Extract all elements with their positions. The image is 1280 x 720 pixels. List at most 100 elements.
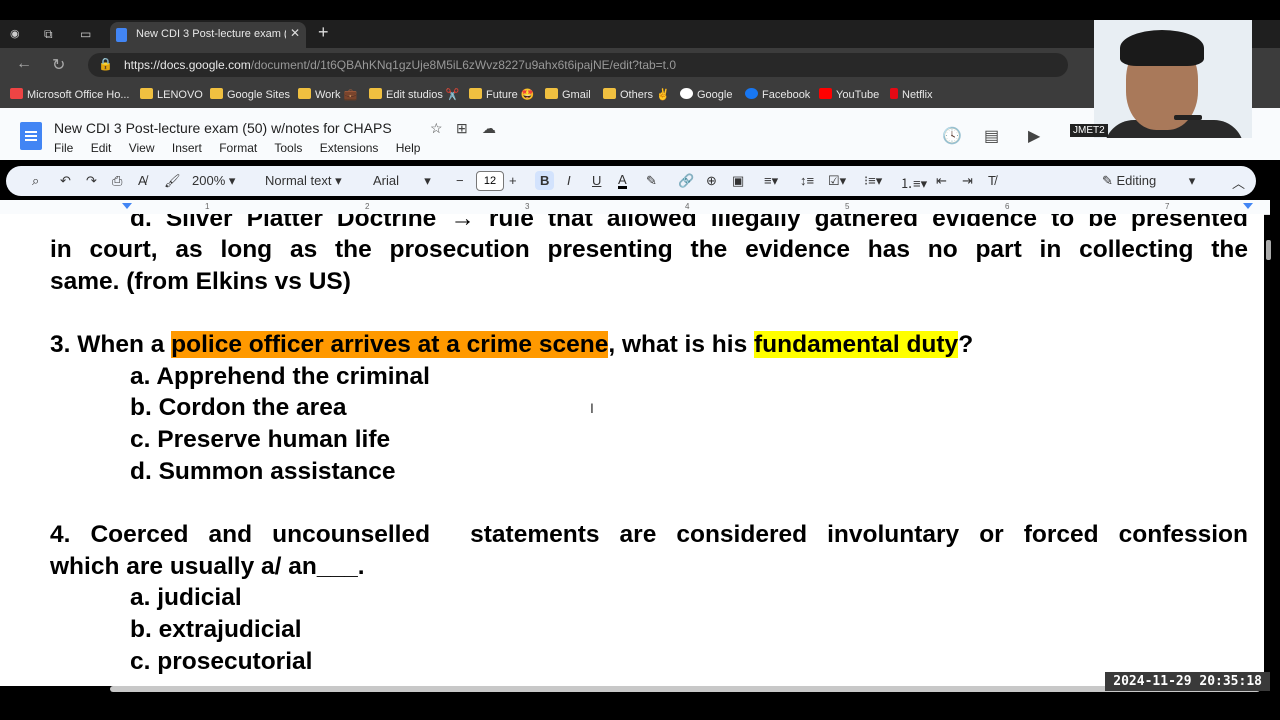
right-indent-marker[interactable] — [1243, 203, 1253, 209]
cloud-saved-icon: ☁ — [482, 120, 496, 136]
increase-indent-icon[interactable]: ⇥ — [962, 173, 973, 189]
site-info-icon[interactable]: 🔒 — [98, 57, 113, 71]
menu-extensions[interactable]: Extensions — [320, 141, 379, 155]
option-c: c. prosecutorial — [130, 648, 313, 675]
docs-home-icon[interactable] — [20, 122, 42, 150]
vertical-scrollbar[interactable] — [1266, 240, 1271, 260]
clear-formatting-icon[interactable]: T̸ — [988, 173, 996, 188]
bookmark-facebook[interactable]: Facebook — [745, 88, 810, 101]
font-select[interactable]: Arial ▾ — [373, 173, 431, 189]
docs-tab-icon — [116, 28, 127, 42]
ruler: 1 2 3 4 5 6 7 — [0, 200, 1270, 215]
profile-icon[interactable]: ◉ — [10, 27, 24, 41]
undo-icon[interactable]: ↶ — [60, 173, 71, 189]
comments-icon[interactable]: ▤ — [984, 126, 999, 146]
menu-format[interactable]: Format — [219, 141, 257, 155]
question-4-line-2: which are usually a/ an___. — [50, 553, 365, 580]
bookmark-others[interactable]: Others ✌️ — [603, 88, 670, 101]
bookmark-google[interactable]: Google — [680, 88, 732, 101]
menu-edit[interactable]: Edit — [91, 141, 112, 155]
menu-insert[interactable]: Insert — [172, 141, 202, 155]
zoom-select[interactable]: 200% ▾ — [192, 173, 235, 189]
menu-view[interactable]: View — [129, 141, 155, 155]
image-icon[interactable]: ▣ — [732, 173, 744, 189]
question-3: 3. When a police officer arrives at a cr… — [50, 331, 974, 358]
url-text: https://docs.google.com/document/d/1t6QB… — [124, 58, 677, 72]
headset-mic — [1174, 115, 1202, 120]
new-tab-button[interactable]: + — [318, 22, 329, 43]
question-4: 4. Coerced and uncounselled statements a… — [50, 521, 1248, 548]
option-d: d. Summon assistance — [130, 458, 396, 485]
option-a: a. judicial — [130, 584, 242, 611]
option-b: b. Cordon the area — [130, 394, 347, 421]
address-bar[interactable]: 🔒 https://docs.google.com/document/d/1t6… — [88, 53, 1068, 77]
bullet-list-icon[interactable]: ⁝≡▾ — [864, 173, 882, 189]
document-title[interactable]: New CDI 3 Post-lecture exam (50) w/notes… — [54, 120, 392, 136]
bookmark-edit-studios[interactable]: Edit studios ✂️ — [369, 88, 460, 101]
person-hair — [1120, 30, 1204, 66]
print-icon[interactable]: ⎙ — [112, 173, 122, 189]
bookmarks-bar: Microsoft Office Ho... LENOVO Google Sit… — [0, 82, 1280, 109]
bookmark-youtube[interactable]: YouTube — [819, 88, 879, 101]
workspaces-icon[interactable]: ⧉ — [44, 27, 58, 41]
bookmark-office[interactable]: Microsoft Office Ho... — [10, 88, 130, 101]
text-line: same. (from Elkins vs US) — [50, 268, 351, 295]
decrease-indent-icon[interactable]: ⇤ — [936, 173, 947, 189]
left-indent-marker[interactable] — [122, 203, 132, 209]
back-icon[interactable]: ← — [16, 55, 32, 73]
browser-title-bar: ◉ ⧉ ▭ New CDI 3 Post-lecture exam (50) w… — [0, 20, 1280, 48]
menu-tools[interactable]: Tools — [274, 141, 302, 155]
spellcheck-icon[interactable]: A̸ — [138, 173, 147, 188]
document-page[interactable]: d. Silver Platter Doctrine → rule that a… — [0, 214, 1264, 686]
increase-font-size-icon[interactable]: + — [509, 173, 517, 188]
align-icon[interactable]: ≡▾ — [764, 173, 778, 189]
style-select[interactable]: Normal text ▾ — [265, 173, 342, 189]
underline-icon[interactable]: U — [592, 173, 601, 188]
formatting-toolbar: ⌕ ↶ ↷ ⎙ A̸ 🖌 200% ▾ Normal text ▾ Arial … — [6, 166, 1256, 196]
line-spacing-icon[interactable]: ↕≡ — [800, 173, 814, 188]
ruler-number: 2 — [365, 202, 370, 211]
menu-help[interactable]: Help — [396, 141, 421, 155]
link-icon[interactable]: 🔗 — [678, 173, 694, 189]
collapse-menu-icon[interactable]: ︿ — [1232, 173, 1245, 192]
option-c: c. Preserve human life — [130, 426, 391, 453]
menu-file[interactable]: File — [54, 141, 73, 155]
editing-mode-select[interactable]: ✎ Editing ▾ — [1102, 173, 1195, 189]
bookmark-netflix[interactable]: Netflix — [890, 88, 933, 101]
checklist-icon[interactable]: ☑▾ — [828, 173, 846, 189]
text-color-icon[interactable]: A — [618, 173, 627, 189]
font-size-input[interactable]: 12 — [476, 171, 504, 191]
bold-icon[interactable]: B — [535, 171, 555, 190]
tab-actions-icon[interactable]: ▭ — [80, 27, 94, 41]
bottom-bar — [0, 692, 1280, 720]
decrease-font-size-icon[interactable]: − — [456, 173, 464, 188]
webcam-overlay — [1094, 20, 1252, 138]
bookmark-gmail[interactable]: Gmail — [545, 88, 591, 101]
bookmark-future[interactable]: Future 🤩 — [469, 88, 535, 101]
redo-icon[interactable]: ↷ — [86, 173, 97, 189]
move-folder-icon[interactable]: ⊞ — [456, 120, 468, 137]
comment-icon[interactable]: ⊕ — [706, 173, 717, 189]
bookmark-lenovo[interactable]: LENOVO — [140, 88, 203, 101]
paint-format-icon[interactable]: 🖌 — [164, 173, 181, 189]
reload-icon[interactable]: ↻ — [52, 55, 65, 75]
browser-tab[interactable]: New CDI 3 Post-lecture exam (50) w/notes… — [110, 22, 306, 48]
meet-icon[interactable]: ▶ — [1028, 126, 1040, 146]
ruler-number: 5 — [845, 202, 850, 211]
highlight-icon[interactable]: ✎ — [646, 173, 657, 189]
bookmark-google-sites[interactable]: Google Sites — [210, 88, 290, 101]
close-tab-icon[interactable]: ✕ — [290, 26, 300, 40]
bookmark-work[interactable]: Work 💼 — [298, 88, 357, 101]
history-icon[interactable]: 🕓 — [942, 126, 962, 146]
text-line: d. Silver Platter Doctrine → rule that a… — [130, 214, 1248, 232]
timestamp-overlay: 2024-11-29 20:35:18 — [1105, 672, 1270, 691]
navigation-bar: ← ↻ 🔒 https://docs.google.com/document/d… — [0, 48, 1280, 82]
numbered-list-icon[interactable]: ⒈≡▾ — [900, 173, 927, 192]
star-icon[interactable]: ☆ — [430, 120, 443, 137]
ruler-number: 4 — [685, 202, 690, 211]
search-menus-icon[interactable]: ⌕ — [32, 173, 39, 189]
text-cursor-icon: I — [590, 400, 594, 416]
italic-icon[interactable]: I — [567, 173, 571, 188]
highlight-orange: police officer arrives at a crime scene — [171, 331, 609, 358]
menu-bar: File Edit View Insert Format Tools Exten… — [54, 141, 434, 155]
